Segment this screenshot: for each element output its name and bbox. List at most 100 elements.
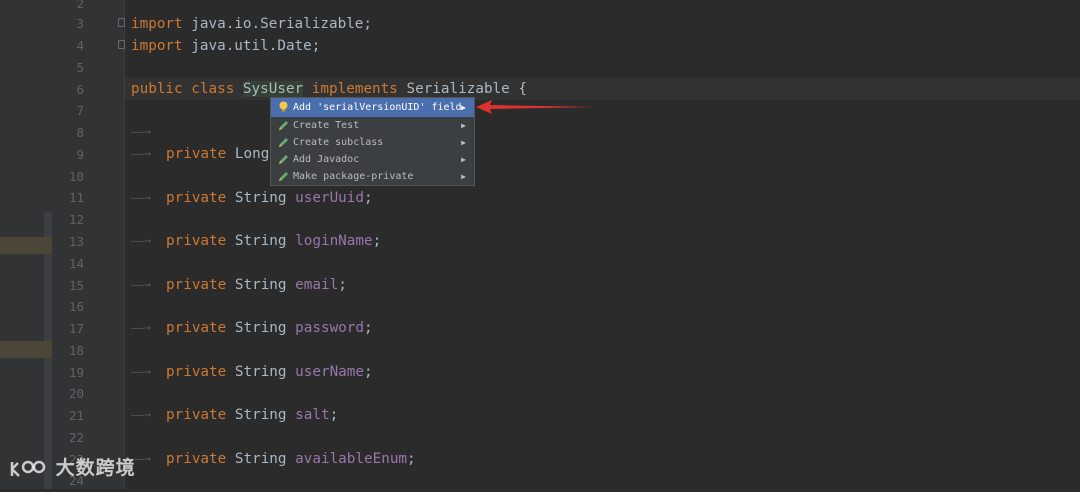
annotation-arrow-icon <box>476 100 594 114</box>
code-text: ; <box>338 277 347 293</box>
tab-arrow-icon: ——→ <box>131 321 151 334</box>
fold-marker-icon[interactable] <box>118 18 125 27</box>
line-number: 4 <box>76 38 84 53</box>
keyword: class <box>191 81 235 97</box>
code-line[interactable]: private Long <box>166 143 269 165</box>
fold-marker-icon[interactable] <box>118 40 125 49</box>
menu-item-label: Create Test <box>293 120 360 131</box>
field-name: password <box>295 320 365 336</box>
menu-item-create-subclass[interactable]: Create subclass ▶ <box>271 134 474 151</box>
keyword: import <box>131 38 183 54</box>
menu-item-add-javadoc[interactable]: Add Javadoc ▶ <box>271 151 474 168</box>
keyword: private <box>166 320 227 336</box>
field-name: userUuid <box>295 190 365 206</box>
code-line[interactable]: private String userName; <box>166 361 373 383</box>
type-name: String <box>226 407 296 423</box>
intention-actions-popup: Add 'serialVersionUID' field ▶ Create Te… <box>270 97 475 186</box>
code-line[interactable]: private String salt; <box>166 404 338 426</box>
keyword: private <box>166 190 227 206</box>
menu-item-add-serial-version-uid[interactable]: Add 'serialVersionUID' field ▶ <box>271 98 474 117</box>
line-number: 8 <box>76 125 84 140</box>
submenu-arrow-icon: ▶ <box>461 138 466 147</box>
submenu-arrow-icon: ▶ <box>461 155 466 164</box>
keyword: private <box>166 407 227 423</box>
change-marker <box>0 237 52 254</box>
field-name: email <box>295 277 339 293</box>
code-text: ; <box>407 451 416 467</box>
code-text: java.util.Date; <box>182 38 321 54</box>
code-line[interactable]: import java.io.Serializable; <box>131 13 372 35</box>
line-number: 6 <box>76 82 84 97</box>
tab-arrow-icon: ——→ <box>131 147 151 160</box>
tab-arrow-icon: ——→ <box>131 125 151 138</box>
keyword: implements <box>311 81 398 97</box>
tab-arrow-icon: ——→ <box>131 191 151 204</box>
line-number: 16 <box>68 299 84 314</box>
watermark-text: 大数跨境 <box>55 457 136 479</box>
submenu-arrow-icon: ▶ <box>461 103 466 112</box>
edit-icon <box>279 172 288 181</box>
bulb-icon <box>279 101 288 112</box>
field-name: salt <box>295 407 330 423</box>
code-line[interactable]: private String email; <box>166 274 347 296</box>
code-text: ; <box>329 407 339 423</box>
code-text: java.io.Serializable; <box>182 16 373 32</box>
keyword: private <box>166 146 227 162</box>
type-name: String <box>226 364 296 380</box>
field-name: availableEnum <box>295 451 408 467</box>
line-number: 21 <box>68 408 84 423</box>
line-number: 3 <box>76 16 84 31</box>
line-number: 20 <box>68 386 84 401</box>
line-number: 15 <box>68 278 84 293</box>
line-number: 5 <box>76 60 84 75</box>
submenu-arrow-icon: ▶ <box>461 172 466 181</box>
code-line[interactable]: private String password; <box>166 317 373 339</box>
code-line[interactable]: private String availableEnum; <box>166 448 416 470</box>
line-number: 7 <box>76 103 84 118</box>
keyword: private <box>166 277 227 293</box>
type-name: String <box>226 233 296 249</box>
editor-left-strip <box>0 0 52 489</box>
type-name: Long <box>226 146 270 162</box>
menu-item-label: Add Javadoc <box>293 154 360 165</box>
watermark: 大数跨境 <box>8 454 136 482</box>
keyword: import <box>131 16 183 32</box>
type-name: String <box>226 320 296 336</box>
tab-arrow-icon: ——→ <box>131 408 151 421</box>
field-name: userName <box>295 364 365 380</box>
code-text: ; <box>364 364 373 380</box>
code-line[interactable]: private String loginName; <box>166 230 381 252</box>
menu-item-create-test[interactable]: Create Test ▶ <box>271 117 474 134</box>
menu-item-label: Make package-private <box>293 171 414 182</box>
type-name: String <box>226 277 296 293</box>
type-name: String <box>226 451 296 467</box>
edit-icon <box>279 121 288 130</box>
line-number: 13 <box>68 234 84 249</box>
class-name[interactable]: SysUser <box>242 81 304 97</box>
tab-arrow-icon: ——→ <box>131 234 151 247</box>
code-text: ; <box>372 233 382 249</box>
code-line[interactable]: private String userUuid; <box>166 187 373 209</box>
edit-icon <box>279 138 288 147</box>
tab-arrow-icon: ——→ <box>131 365 151 378</box>
change-marker <box>0 341 52 358</box>
line-number: 19 <box>68 365 84 380</box>
edit-icon <box>279 155 288 164</box>
type-name: String <box>226 190 296 206</box>
keyword: public <box>131 81 183 97</box>
menu-item-label: Add 'serialVersionUID' field <box>293 102 462 113</box>
tab-arrow-icon: ——→ <box>131 278 151 291</box>
keyword: private <box>166 364 227 380</box>
code-line[interactable]: import java.util.Date; <box>131 35 320 57</box>
line-number: 22 <box>68 430 84 445</box>
keyword: private <box>166 451 227 467</box>
logo-icon <box>10 460 46 477</box>
submenu-arrow-icon: ▶ <box>461 121 466 130</box>
line-number: 12 <box>68 212 84 227</box>
menu-item-make-package-private[interactable]: Make package-private ▶ <box>271 168 474 185</box>
code-text: ; <box>364 190 373 206</box>
line-number: 18 <box>68 343 84 358</box>
line-number: 10 <box>68 169 84 184</box>
field-name: loginName <box>295 233 373 249</box>
keyword: private <box>166 233 227 249</box>
